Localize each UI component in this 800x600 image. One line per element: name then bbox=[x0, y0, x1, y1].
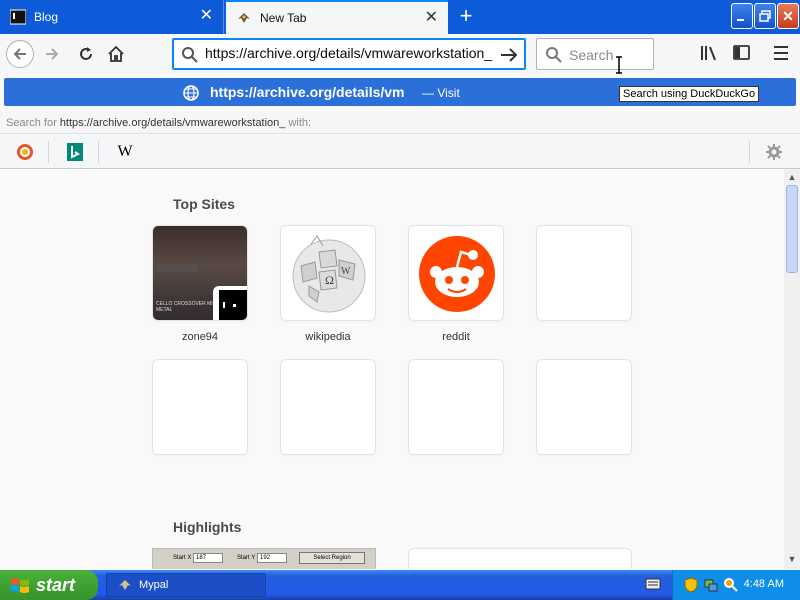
highlight-field: 192 bbox=[257, 553, 287, 563]
home-button[interactable] bbox=[102, 40, 130, 68]
start-label: start bbox=[36, 574, 76, 595]
taskbar-item-mypal[interactable]: Mypal bbox=[106, 573, 266, 597]
arrow-left-icon bbox=[13, 48, 26, 60]
hamburger-menu-icon[interactable] bbox=[772, 44, 790, 62]
tooltip: Search using DuckDuckGo bbox=[619, 86, 760, 102]
sidebar-icon[interactable] bbox=[732, 44, 752, 62]
url-bar[interactable]: https://archive.org/details/vmwareworkst… bbox=[172, 38, 526, 70]
magnifier-icon[interactable] bbox=[723, 577, 739, 593]
autocomplete-action: — Visit bbox=[422, 86, 460, 100]
search-for-prefix: Search for bbox=[6, 117, 60, 129]
gear-icon[interactable] bbox=[762, 141, 786, 163]
highlight-text: Start X bbox=[173, 555, 192, 561]
clock: 4:48 AM bbox=[743, 578, 784, 590]
autocomplete-url: https://archive.org/details/vm bbox=[210, 84, 405, 100]
highlight-text: Start Y bbox=[237, 555, 256, 561]
home-icon bbox=[108, 45, 124, 62]
security-shield-icon[interactable] bbox=[683, 577, 699, 593]
highlights-title: Highlights bbox=[173, 519, 242, 535]
reload-icon bbox=[80, 47, 92, 60]
library-icon[interactable] bbox=[700, 44, 720, 62]
forward-button[interactable] bbox=[38, 40, 66, 68]
search-input[interactable]: Search bbox=[569, 47, 613, 63]
new-tab-page: Top Sites CELLO CROSSOVER MI... METAL zo… bbox=[0, 169, 784, 569]
top-site-tile-wikipedia[interactable]: Ω W bbox=[280, 225, 376, 321]
start-button[interactable]: start bbox=[0, 570, 98, 600]
terminal-icon bbox=[10, 9, 26, 25]
separator bbox=[749, 141, 750, 163]
highlight-button: Select Region bbox=[299, 552, 365, 564]
reddit-icon bbox=[419, 236, 495, 312]
vertical-scrollbar[interactable]: ▲ ▼ bbox=[784, 169, 800, 569]
close-icon[interactable]: ✕ bbox=[425, 10, 438, 26]
search-engines-row: W bbox=[0, 135, 800, 169]
scroll-down-icon[interactable]: ▼ bbox=[784, 551, 800, 567]
reload-button[interactable] bbox=[72, 40, 100, 68]
scroll-up-icon[interactable]: ▲ bbox=[784, 169, 800, 185]
tab-title: New Tab bbox=[260, 11, 307, 25]
mypal-icon bbox=[236, 10, 252, 26]
text-cursor-icon bbox=[616, 56, 622, 74]
top-sites-title: Top Sites bbox=[173, 196, 235, 212]
separator bbox=[98, 141, 99, 163]
windows-logo-icon bbox=[11, 578, 29, 593]
thumbnail-bar bbox=[157, 264, 197, 272]
taskbar: start Mypal 4:48 AM bbox=[0, 570, 800, 600]
tab-blog[interactable]: Blog ✕ bbox=[0, 0, 224, 34]
restore-icon[interactable] bbox=[754, 3, 776, 29]
scroll-thumb[interactable] bbox=[786, 185, 798, 273]
top-site-tile-empty[interactable] bbox=[536, 359, 632, 455]
arrow-right-icon bbox=[46, 48, 59, 60]
top-site-tile-empty[interactable] bbox=[536, 225, 632, 321]
wikipedia-icon[interactable]: W bbox=[113, 141, 137, 163]
search-icon bbox=[182, 47, 198, 63]
separator bbox=[48, 141, 49, 163]
minimize-icon[interactable] bbox=[731, 3, 753, 29]
top-site-tile-empty[interactable] bbox=[152, 359, 248, 455]
search-for-query: https://archive.org/details/vmwareworkst… bbox=[59, 117, 286, 129]
top-site-label: reddit bbox=[442, 331, 470, 343]
network-icon[interactable] bbox=[703, 577, 719, 593]
tab-new-tab[interactable]: New Tab ✕ bbox=[226, 0, 448, 34]
keyboard-icon[interactable] bbox=[645, 577, 661, 591]
zone94-favicon bbox=[219, 290, 247, 320]
taskbar-item-label: Mypal bbox=[139, 579, 169, 591]
search-bar[interactable]: Search bbox=[536, 38, 654, 70]
wikipedia-globe-icon: Ω W bbox=[292, 235, 366, 313]
top-site-tile-empty[interactable] bbox=[408, 359, 504, 455]
close-window-icon[interactable]: ✕ bbox=[777, 3, 799, 29]
top-site-label: zone94 bbox=[181, 331, 219, 343]
url-input[interactable]: https://archive.org/details/vmwareworkst… bbox=[205, 45, 492, 61]
site-favicon-frame bbox=[213, 286, 247, 320]
tab-strip: Blog ✕ New Tab ✕ + ✕ bbox=[0, 0, 800, 34]
back-button[interactable] bbox=[6, 40, 34, 68]
go-arrow-icon[interactable] bbox=[499, 45, 519, 65]
thumbnail-text: CELLO CROSSOVER MI... METAL bbox=[156, 301, 217, 313]
system-tray: 4:48 AM bbox=[672, 570, 800, 600]
top-site-tile-empty[interactable] bbox=[280, 359, 376, 455]
highlight-card[interactable] bbox=[408, 548, 632, 569]
close-icon[interactable]: ✕ bbox=[200, 8, 213, 24]
duckduckgo-icon[interactable] bbox=[13, 141, 37, 163]
new-tab-button[interactable]: + bbox=[452, 3, 480, 31]
top-site-tile-zone94[interactable]: CELLO CROSSOVER MI... METAL bbox=[152, 225, 248, 321]
search-for-suffix: with: bbox=[285, 117, 312, 129]
highlight-card[interactable]: Start X 187 Start Y 192 Select Region bbox=[152, 548, 376, 569]
top-site-tile-reddit[interactable] bbox=[408, 225, 504, 321]
svg-text:W: W bbox=[341, 266, 351, 277]
top-site-label: wikipedia bbox=[305, 331, 351, 343]
bing-icon[interactable] bbox=[63, 141, 87, 163]
globe-icon bbox=[183, 85, 199, 101]
navigation-toolbar: https://archive.org/details/vmwareworkst… bbox=[0, 34, 800, 74]
search-icon bbox=[546, 47, 562, 63]
mypal-icon bbox=[119, 580, 131, 590]
svg-text:Ω: Ω bbox=[325, 273, 334, 287]
highlight-field: 187 bbox=[193, 553, 223, 563]
search-for-row: Search for https://archive.org/details/v… bbox=[0, 112, 800, 134]
tab-title: Blog bbox=[34, 10, 59, 24]
